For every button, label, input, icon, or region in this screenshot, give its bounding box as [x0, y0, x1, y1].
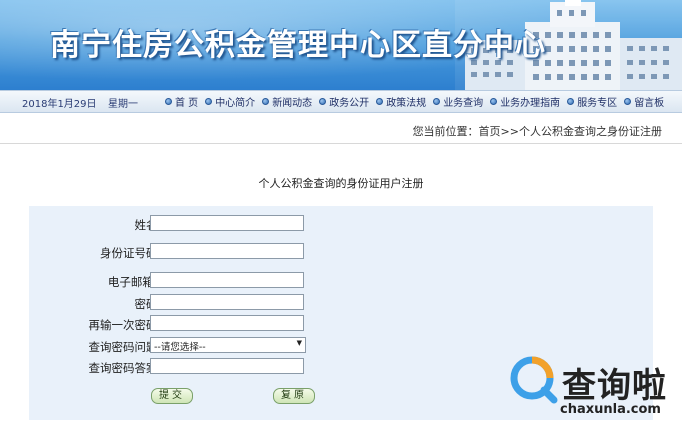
watermark-name: 查询啦	[562, 366, 667, 406]
form-row-password: 密码：	[29, 294, 653, 314]
bullet-icon	[490, 98, 498, 105]
security-question-selected: --请您选择--	[154, 342, 206, 353]
site-title: 南宁住房公积金管理中心区直分中心	[50, 28, 546, 63]
nav-item-label: 留言板	[634, 98, 665, 109]
bullet-icon	[319, 98, 327, 105]
id-number-input[interactable]	[150, 243, 304, 259]
bullet-icon	[262, 98, 270, 105]
bullet-icon	[433, 98, 441, 105]
form-row-id: 身份证号码：	[29, 243, 653, 263]
nav-item-public-affairs[interactable]: 政务公开	[319, 94, 369, 109]
nav-item-service[interactable]: 服务专区	[567, 94, 617, 109]
submit-button[interactable]: 提交	[151, 388, 193, 404]
nav-items: 首 页 中心简介 新闻动态 政务公开 政策法规 业务查询 业务办理指南 服务专区…	[165, 91, 671, 112]
nav-item-home[interactable]: 首 页	[165, 94, 198, 109]
breadcrumb-bar: 您当前位置：首页>>个人公积金查询之身份证注册	[0, 113, 682, 144]
confirm-password-input[interactable]	[150, 315, 304, 331]
dropdown-arrow-icon: ▼	[296, 339, 302, 347]
email-input[interactable]	[150, 272, 304, 288]
nav-item-label: 政务公开	[329, 98, 370, 109]
nav-item-label: 业务办理指南	[500, 98, 561, 109]
nav-item-about[interactable]: 中心简介	[205, 94, 255, 109]
watermark-url: chaxunla.com	[560, 402, 661, 417]
main-nav: 2018年1月29日 星期一 首 页 中心简介 新闻动态 政务公开 政策法规 业…	[0, 90, 682, 113]
reset-button[interactable]: 复原	[273, 388, 315, 404]
watermark-logo: 查询啦 chaxunla.com	[500, 340, 682, 434]
nav-item-business-query[interactable]: 业务查询	[433, 94, 483, 109]
nav-item-label: 服务专区	[577, 98, 618, 109]
nav-item-label: 中心简介	[215, 98, 256, 109]
form-row-confirm-password: 再输一次密码：	[29, 315, 653, 335]
nav-item-news[interactable]: 新闻动态	[262, 94, 312, 109]
bullet-icon	[205, 98, 213, 105]
nav-weekday: 星期一	[108, 99, 138, 110]
bullet-icon	[624, 98, 632, 105]
header-banner: 南宁住房公积金管理中心区直分中心	[0, 0, 682, 90]
breadcrumb: 您当前位置：首页>>个人公积金查询之身份证注册	[412, 125, 662, 138]
bullet-icon	[165, 98, 172, 105]
nav-item-label: 政策法规	[386, 98, 427, 109]
nav-date: 2018年1月29日	[22, 99, 97, 110]
nav-item-label: 首 页	[175, 98, 199, 109]
nav-item-message-board[interactable]: 留言板	[624, 94, 664, 109]
nav-item-guide[interactable]: 业务办理指南	[490, 94, 560, 109]
nav-item-policies[interactable]: 政策法规	[376, 94, 426, 109]
page-title: 个人公积金查询的身份证用户注册	[258, 177, 424, 190]
bullet-icon	[376, 98, 384, 105]
nav-item-label: 新闻动态	[272, 98, 313, 109]
form-row-name: 姓名：	[29, 215, 653, 235]
security-answer-input[interactable]	[150, 358, 304, 374]
security-question-select[interactable]: --请您选择-- ▼	[150, 337, 306, 353]
name-input[interactable]	[150, 215, 304, 231]
bullet-icon	[567, 98, 575, 105]
password-input[interactable]	[150, 294, 304, 310]
nav-item-label: 业务查询	[443, 98, 484, 109]
form-row-email: 电子邮箱 ：	[29, 272, 653, 292]
magnifier-logo-icon	[510, 356, 558, 404]
